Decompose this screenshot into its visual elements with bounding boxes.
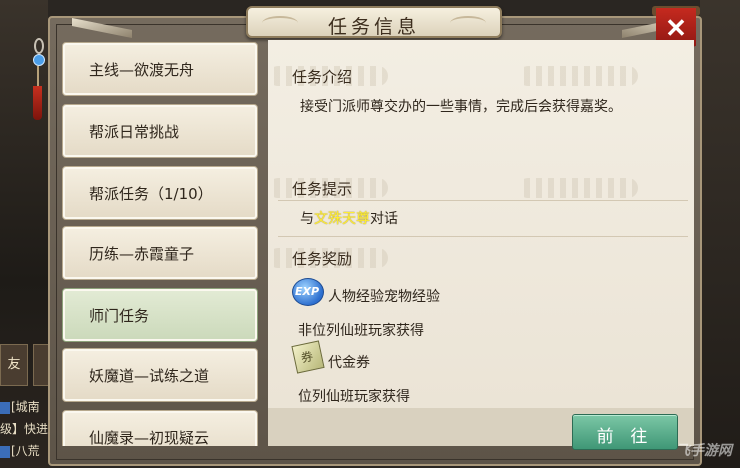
quest-item-sect[interactable]: 师门任务 xyxy=(62,288,258,342)
divider xyxy=(278,236,688,237)
go-button[interactable]: 前 往 xyxy=(572,414,678,450)
chat-log: [城南 级】快进 [八荒 xyxy=(0,396,48,468)
npc-link[interactable]: 文殊天尊 xyxy=(314,211,370,227)
chat-line: [八荒 xyxy=(0,440,48,462)
intro-section-header: 任务介绍 xyxy=(268,64,694,88)
quest-item-guild-daily[interactable]: 帮派日常挑战 xyxy=(62,104,258,158)
watermark-logo: 飞手游网 xyxy=(676,443,732,459)
hanging-ornament-icon xyxy=(30,38,45,122)
divider xyxy=(278,200,688,201)
quest-item-training[interactable]: 历练—赤霞童子 xyxy=(62,226,258,280)
quest-item-guild-task[interactable]: 帮派任务（1/10） xyxy=(62,166,258,220)
quest-list[interactable]: 主线—欲渡无舟 帮派日常挑战 帮派任务（1/10） 历练—赤霞童子 师门任务 妖… xyxy=(56,38,264,446)
quest-item-main[interactable]: 主线—欲渡无舟 xyxy=(62,42,258,96)
title-plate: 任务信息 xyxy=(246,6,502,38)
reward-condition: 非位列仙班玩家获得 xyxy=(298,323,424,339)
reward-section-header: 任务奖励 xyxy=(268,246,694,270)
background-scene-right xyxy=(700,0,740,468)
side-button[interactable] xyxy=(33,344,49,386)
window-title: 任务信息 xyxy=(327,16,420,38)
coupon-icon: 券 xyxy=(291,340,325,374)
exp-icon: EXP xyxy=(292,278,324,306)
quest-item-demon-path[interactable]: 妖魔道—试练之道 xyxy=(62,348,258,402)
hint-heading: 任务提示 xyxy=(292,180,353,198)
quest-item-immortal-record[interactable]: 仙魔录—初现疑云 xyxy=(62,410,258,446)
intro-heading: 任务介绍 xyxy=(292,68,353,86)
chat-line: [城南 xyxy=(0,396,48,418)
quest-detail: 任务介绍 接受门派师尊交办的一些事情，完成后会获得嘉奖。 任务提示 与文殊天尊对… xyxy=(268,40,694,408)
intro-text: 接受门派师尊交办的一些事情，完成后会获得嘉奖。 xyxy=(300,99,622,115)
chat-line: 级】快进 xyxy=(0,422,48,436)
reward-condition: 位列仙班玩家获得 xyxy=(298,389,410,405)
hint-section-header: 任务提示 xyxy=(268,176,694,200)
friend-button[interactable]: 友 xyxy=(0,344,28,386)
reward-label: 代金券 xyxy=(328,355,370,371)
reward-heading: 任务奖励 xyxy=(292,250,353,268)
reward-label: 人物经验宠物经验 xyxy=(328,289,440,305)
close-icon: ✕ xyxy=(665,13,687,43)
hint-text: 与文殊天尊对话 xyxy=(300,211,398,227)
